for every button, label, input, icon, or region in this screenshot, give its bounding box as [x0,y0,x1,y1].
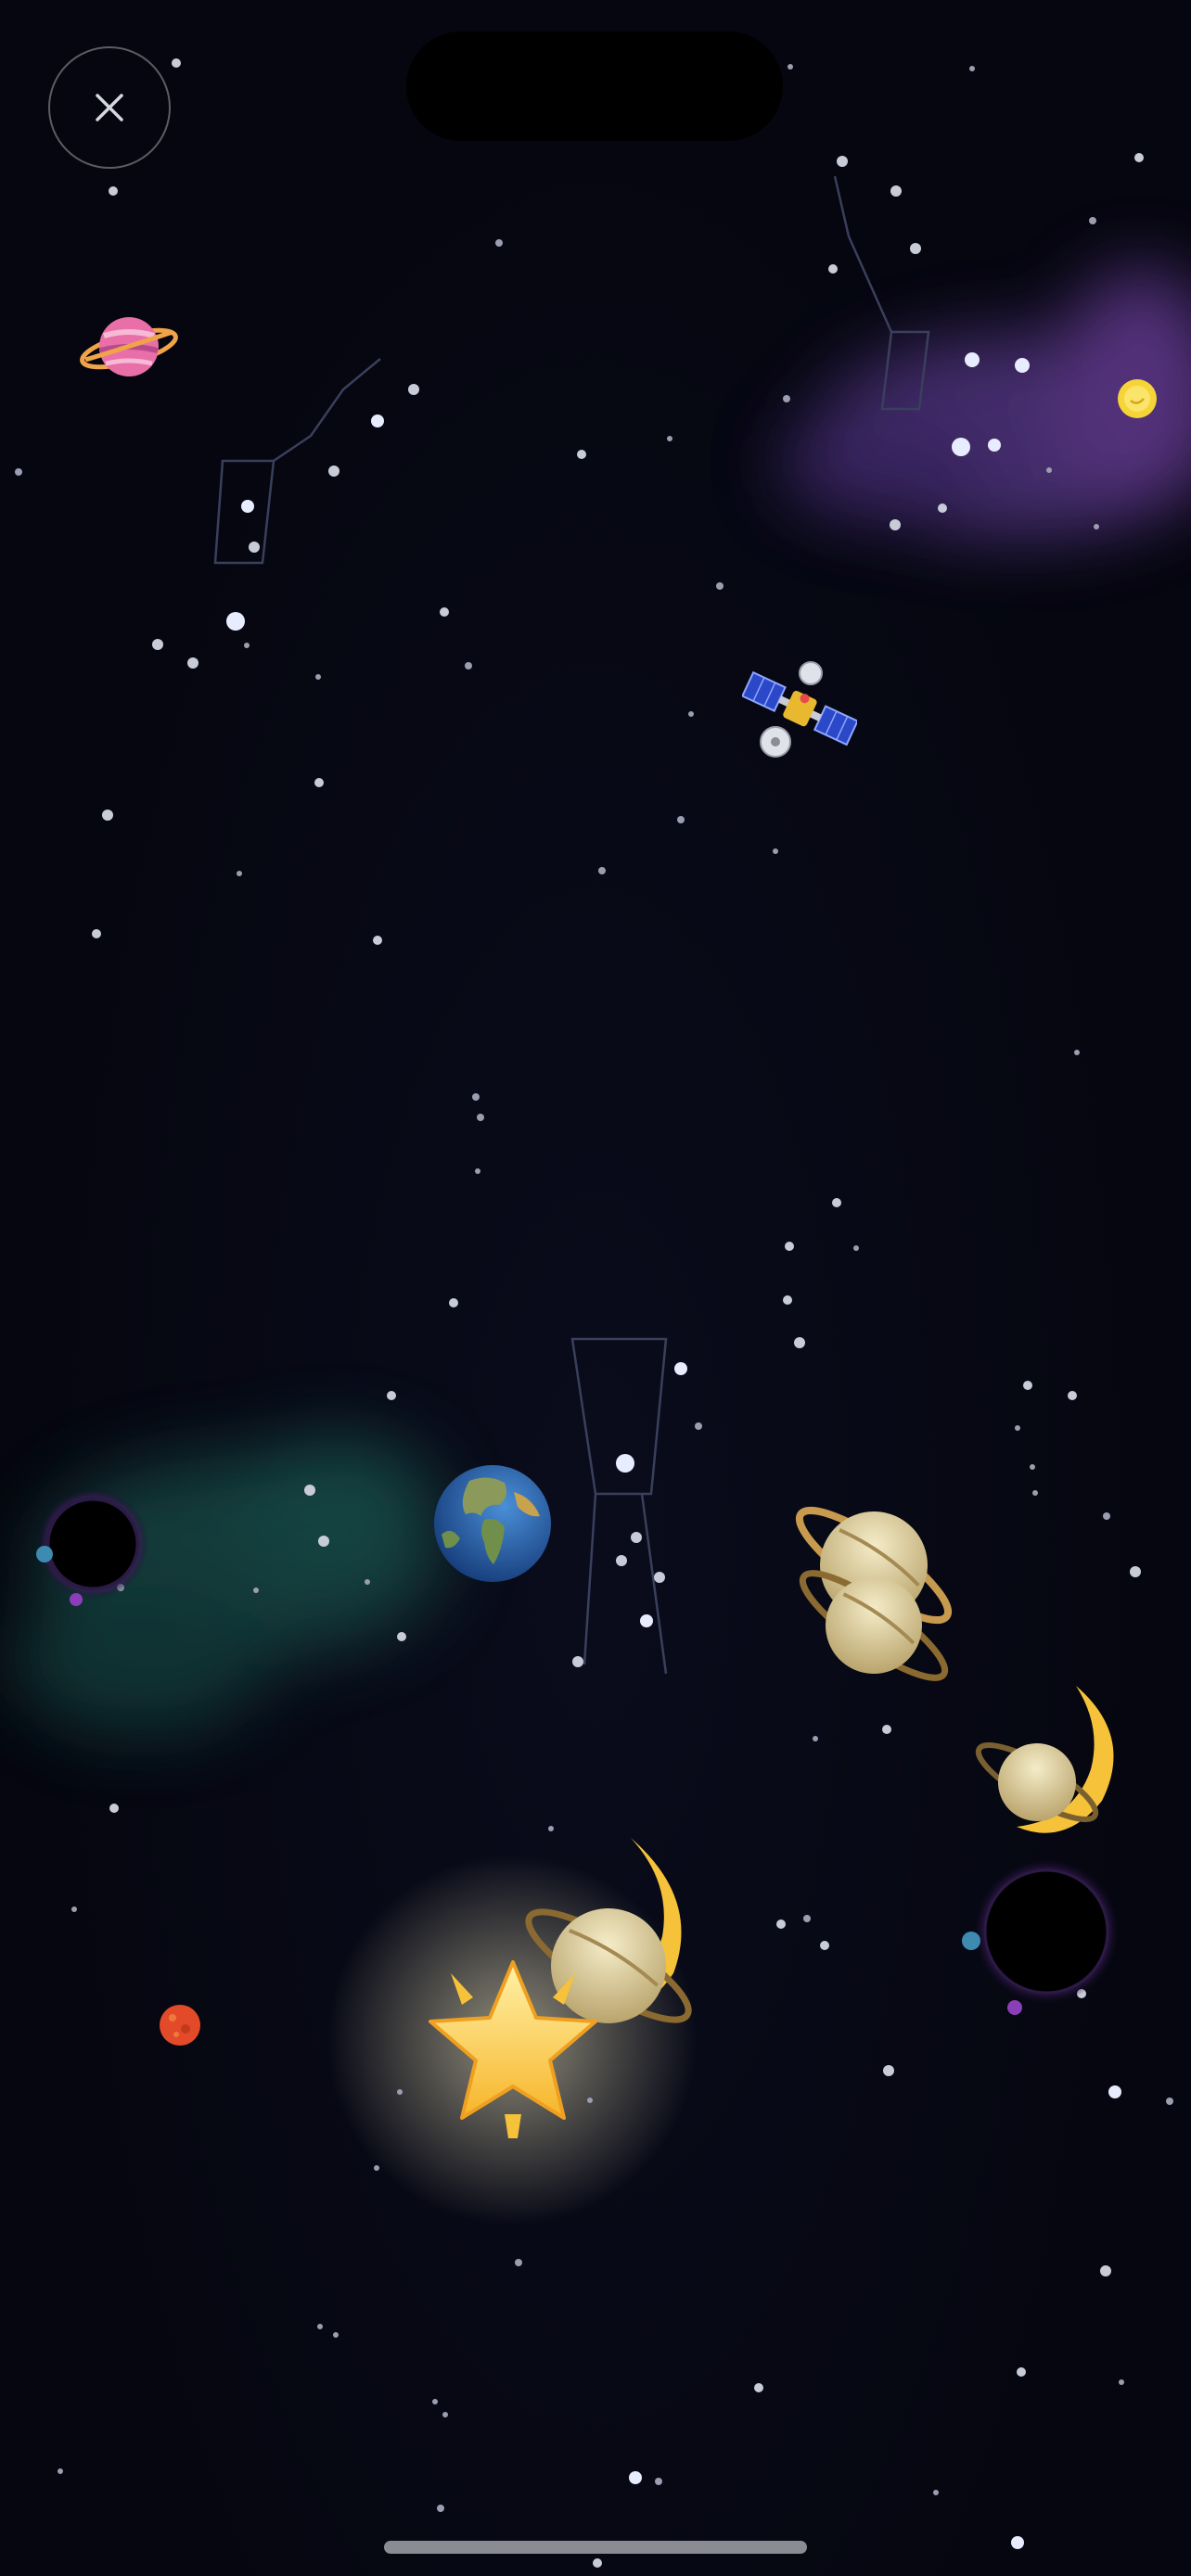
black-hole-left [36,1488,148,1606]
close-button[interactable] [48,46,171,169]
space-scene [0,0,1191,2576]
home-indicator[interactable] [384,2541,807,2554]
earth-globe-icon[interactable] [432,1460,553,1587]
black-hole-layer [36,1488,1119,2015]
saturn-moon-icon[interactable] [972,1680,1130,1847]
dynamic-island [406,32,783,141]
saturn-icon[interactable] [781,1491,967,1695]
red-planet-icon[interactable] [158,2003,202,2047]
sun-icon[interactable] [1117,378,1158,419]
satellite-icon[interactable] [742,660,857,759]
ringed-planet-icon[interactable] [78,310,180,384]
close-icon [96,94,123,121]
black-hole-right [962,1859,1119,2015]
glowing-star-icon[interactable] [425,1957,601,2138]
